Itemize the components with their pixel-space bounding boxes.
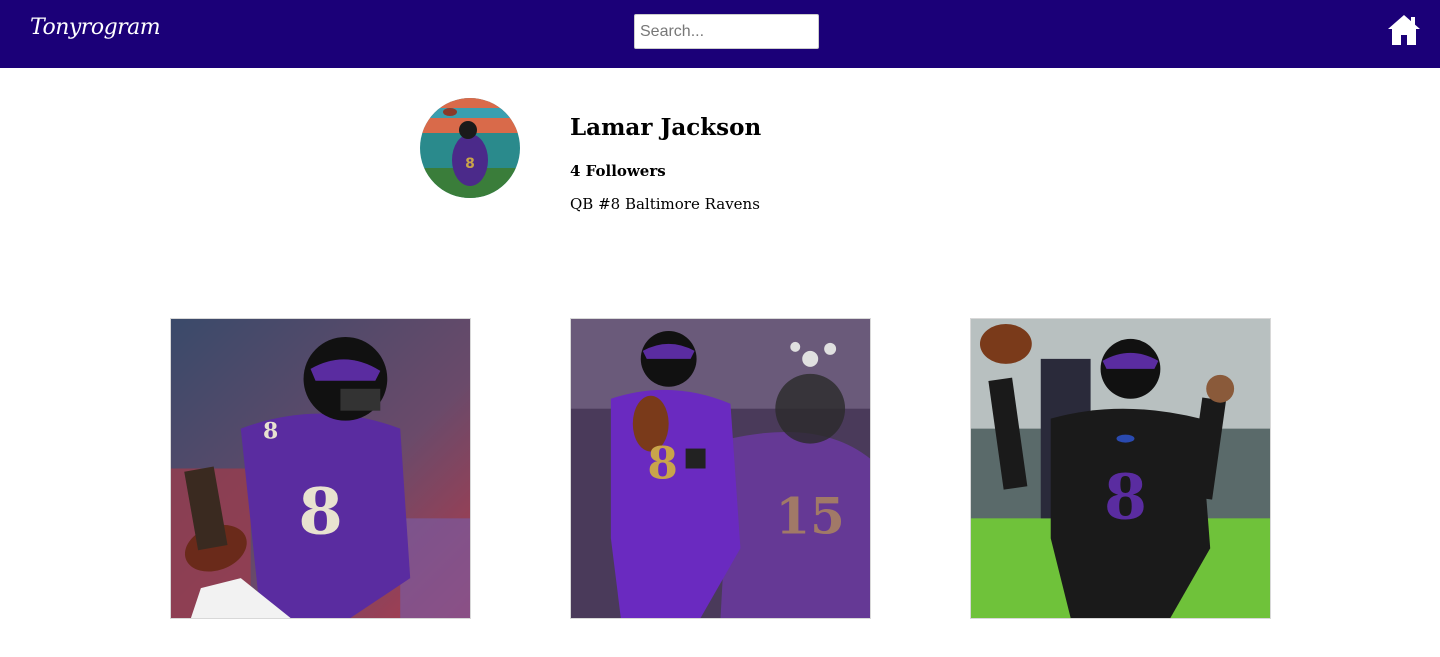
followers-count[interactable]: 4 Followers — [570, 162, 666, 180]
brand-logo[interactable]: Tonyrogram — [30, 15, 161, 40]
post-image-2: 8 15 — [571, 319, 870, 618]
profile-name: Lamar Jackson — [570, 114, 762, 141]
post-thumbnail-2[interactable]: 8 15 — [570, 318, 871, 619]
home-button[interactable] — [1386, 12, 1422, 48]
svg-text:8: 8 — [298, 474, 342, 549]
avatar[interactable]: 8 — [420, 98, 520, 198]
svg-text:8: 8 — [647, 438, 678, 489]
post-image-3: 8 — [971, 319, 1270, 618]
profile-header: 8 Lamar Jackson 4 Followers QB #8 Baltim… — [0, 68, 1440, 258]
top-navbar: Tonyrogram — [0, 0, 1440, 68]
post-image-1: 8 8 — [171, 319, 470, 618]
post-thumbnail-3[interactable]: 8 — [970, 318, 1271, 619]
post-thumbnail-1[interactable]: 8 8 — [170, 318, 471, 619]
home-icon — [1388, 15, 1420, 45]
svg-text:15: 15 — [776, 486, 845, 545]
avatar-image: 8 — [420, 98, 520, 198]
search-input[interactable] — [634, 14, 819, 49]
svg-text:8: 8 — [263, 419, 278, 445]
svg-text:8: 8 — [465, 156, 475, 172]
profile-bio: QB #8 Baltimore Ravens — [570, 195, 760, 213]
svg-text:8: 8 — [1104, 460, 1147, 533]
